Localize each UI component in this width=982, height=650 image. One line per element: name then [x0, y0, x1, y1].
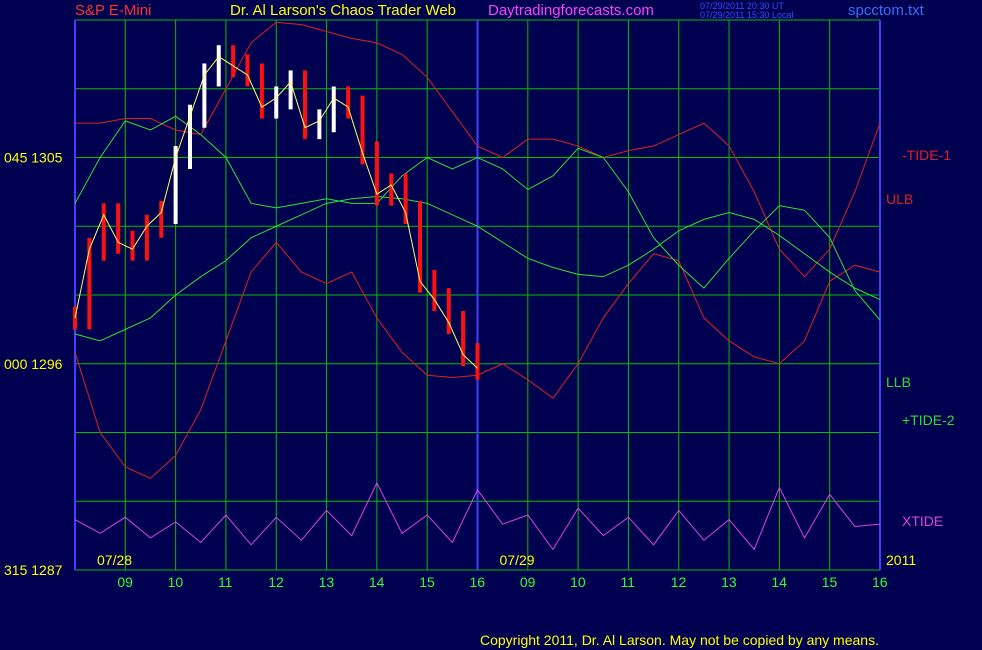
x-tick-label: 10 [570, 574, 586, 590]
tide2-label: +TIDE-2 [902, 412, 955, 428]
date-label: 07/28 [97, 552, 132, 568]
chart-grid [74, 19, 881, 571]
x-tick-label: 16 [872, 574, 888, 590]
x-tick-label: 09 [117, 574, 133, 590]
llb-label: LLB [886, 374, 911, 390]
date-label: 07/29 [500, 552, 535, 568]
x-tick-label: 15 [822, 574, 838, 590]
x-tick-label: 14 [771, 574, 787, 590]
x-tick-label: 09 [520, 574, 536, 590]
x-tick-label: 11 [218, 574, 233, 590]
y-tick-label: 315 1287 [4, 562, 63, 578]
x-tick-label: 13 [721, 574, 737, 590]
price-chart: 045 1305 000 1296 315 1287 09 10 11 12 13 14 15 16… [4, 19, 955, 590]
y-tick-label: 045 1305 [4, 150, 63, 166]
x-tick-label: 13 [319, 574, 335, 590]
x-tick-label: 10 [168, 574, 184, 590]
x-tick-label: 15 [419, 574, 435, 590]
x-tick-label: 16 [470, 574, 486, 590]
tide1-label: -TIDE-1 [902, 147, 951, 163]
x-tick-label: 12 [671, 574, 687, 590]
xtide-label: XTIDE [902, 513, 943, 529]
x-tick-label: 11 [620, 574, 635, 590]
ulb-label: ULB [886, 191, 913, 207]
copyright-notice: Copyright 2011, Dr. Al Larson. May not b… [480, 632, 879, 648]
y-tick-label: 000 1296 [4, 356, 63, 372]
x-tick-label: 12 [268, 574, 284, 590]
x-tick-label: 14 [369, 574, 385, 590]
year-label: 2011 [886, 552, 916, 568]
